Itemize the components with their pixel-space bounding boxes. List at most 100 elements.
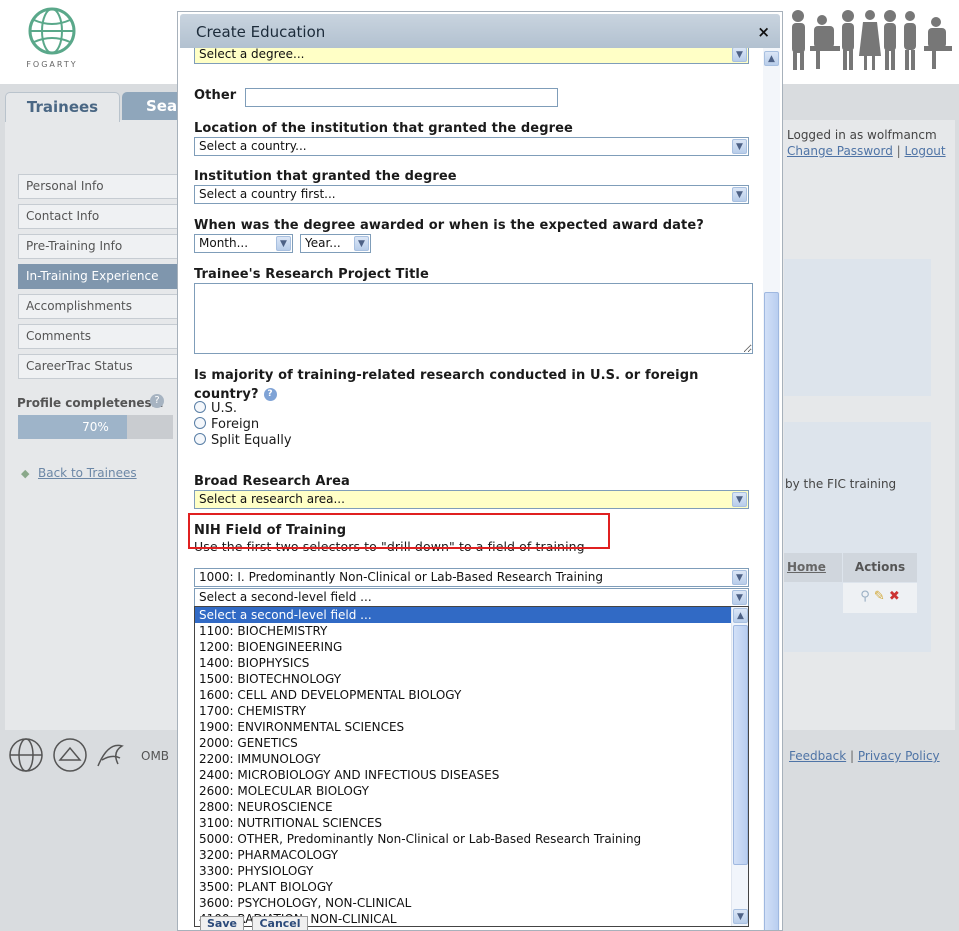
logout-link[interactable]: Logout [905,144,946,158]
radio-label-split-equally: Split Equally [211,433,292,448]
sidebar-item-careertrac-status[interactable]: CareerTrac Status [18,354,178,379]
dropdown-option[interactable]: 1900: ENVIRONMENTAL SCIENCES [195,719,748,735]
radio-foreign[interactable]: Foreign [194,417,259,432]
dropdown-option[interactable]: 2600: MOLECULAR BIOLOGY [195,783,748,799]
dropdown-option[interactable]: 1200: BIOENGINEERING [195,639,748,655]
second-level-field-dropdown[interactable]: Select a second-level field ... 1100: BIO… [194,606,749,927]
dropdown-scrollbar[interactable]: ▲ ▼ [731,607,748,926]
fogarty-logo[interactable]: FOGARTY [22,6,82,74]
radio-split-equally[interactable]: Split Equally [194,433,292,448]
edit-icon[interactable]: ✎ [874,589,885,604]
sidebar-item-personal-info[interactable]: Personal Info [18,174,178,199]
month-select[interactable]: Month... ▼ [194,234,293,253]
year-select-value: Year... [305,236,341,250]
dropdown-option[interactable]: 3100: NUTRITIONAL SCIENCES [195,815,748,831]
project-title-textarea[interactable] [194,283,753,354]
chevron-down-icon: ▼ [732,139,747,154]
dropdown-option[interactable]: 3300: PHYSIOLOGY [195,863,748,879]
dropdown-option[interactable]: 3600: PSYCHOLOGY, NON-CLINICAL [195,895,748,911]
fic-text: by the FIC training [785,477,897,491]
table-header-home[interactable]: Home [784,553,842,582]
dropdown-option[interactable]: 2800: NEUROSCIENCE [195,799,748,815]
dropdown-option[interactable]: 3200: PHARMACOLOGY [195,847,748,863]
dropdown-option[interactable]: 1100: BIOCHEMISTRY [195,623,748,639]
dropdown-option[interactable]: 2000: GENETICS [195,735,748,751]
profile-completeness-label: Profile completeness: [17,396,164,410]
year-select[interactable]: Year... ▼ [300,234,371,253]
agency-logos [9,738,124,772]
tab-trainees[interactable]: Trainees [5,92,120,122]
dropdown-option[interactable]: 1700: CHEMISTRY [195,703,748,719]
dropdown-option[interactable]: 1500: BIOTECHNOLOGY [195,671,748,687]
second-level-field-value: Select a second-level field ... [199,590,372,604]
chevron-down-icon: ▼ [732,590,747,605]
change-password-link[interactable]: Change Password [787,144,893,158]
radio-button[interactable] [194,417,206,429]
progress-text: 70% [82,420,109,434]
back-to-trainees-link[interactable]: Back to Trainees [38,466,137,480]
privacy-policy-link[interactable]: Privacy Policy [858,749,940,763]
logged-in-text: Logged in as wolfmancm [787,128,937,142]
month-select-value: Month... [199,236,249,250]
sidebar-item-in-training-experience[interactable]: In-Training Experience [18,264,178,289]
sidebar-item-accomplishments[interactable]: Accomplishments [18,294,178,319]
scroll-down-icon[interactable]: ▼ [733,909,748,924]
other-input[interactable] [245,88,558,107]
dropdown-option[interactable]: Select a second-level field ... [195,607,748,623]
dropdown-option[interactable]: 1400: BIOPHYSICS [195,655,748,671]
dropdown-option[interactable]: 5000: OTHER, Predominantly Non-Clinical … [195,831,748,847]
country-select-value: Select a country... [199,139,307,153]
sidebar-item-pre-training-info[interactable]: Pre-Training Info [18,234,178,259]
radio-button[interactable] [194,401,206,413]
broad-area-select[interactable]: Select a research area... ▼ [194,490,749,509]
feedback-link[interactable]: Feedback [789,749,846,763]
scrollbar-thumb[interactable] [733,625,748,865]
dropdown-option[interactable]: 3500: PLANT BIOLOGY [195,879,748,895]
dialog-scrollbar[interactable]: ▲ [763,48,780,930]
first-level-field-select[interactable]: 1000: I. Predominantly Non-Clinical or L… [194,568,749,587]
broad-area-label: Broad Research Area [194,474,350,489]
tab-search[interactable]: Search [122,92,182,120]
scroll-up-icon[interactable]: ▲ [733,608,748,623]
chevron-down-icon: ▼ [732,492,747,507]
dropdown-option[interactable]: 2400: MICROBIOLOGY AND INFECTIOUS DISEAS… [195,767,748,783]
dialog-titlebar[interactable]: Create Education × [180,14,780,48]
chevron-down-icon: ▼ [276,236,291,251]
omb-text: OMB [141,749,170,763]
radio-label-foreign: Foreign [211,417,260,432]
create-education-dialog: Create Education × Select a degree... ▼ … [177,11,783,931]
award-date-label: When was the degree awarded or when is t… [194,218,704,233]
project-title-label: Trainee's Research Project Title [194,267,429,282]
delete-icon[interactable]: ✖ [889,589,900,604]
cancel-button[interactable]: Cancel [252,916,308,930]
profile-progress-bar: 70% [18,415,173,439]
help-icon[interactable]: ? [263,388,277,401]
institution-select[interactable]: Select a country first... ▼ [194,185,749,204]
institution-select-value: Select a country first... [199,187,336,201]
second-level-field-select[interactable]: Select a second-level field ... ▼ [194,588,749,607]
scroll-up-icon[interactable]: ▲ [764,51,779,66]
chevron-down-icon: ▼ [732,570,747,585]
country-select[interactable]: Select a country... ▼ [194,137,749,156]
view-icon[interactable]: ⚲ [860,589,870,604]
location-label: Location of the institution that granted… [194,121,573,136]
degree-select[interactable]: Select a degree... ▼ [194,48,749,64]
radio-label-us: U.S. [211,401,238,416]
radio-button[interactable] [194,433,206,445]
close-icon[interactable]: × [757,14,770,50]
user-links: Change Password | Logout [787,144,946,158]
info-box [784,259,931,396]
dropdown-option[interactable]: 2200: IMMUNOLOGY [195,751,748,767]
help-icon[interactable]: ? [150,394,164,408]
dialog-body: Select a degree... ▼ Other Location of t… [178,48,762,930]
radio-us[interactable]: U.S. [194,401,237,416]
save-button[interactable]: Save [200,916,244,930]
dropdown-options: Select a second-level field ... 1100: BIO… [195,607,748,926]
sidebar-item-contact-info[interactable]: Contact Info [18,204,178,229]
dropdown-option[interactable]: 1600: CELL AND DEVELOPMENTAL BIOLOGY [195,687,748,703]
scrollbar-thumb[interactable] [764,292,779,930]
degree-select-value: Select a degree... [199,48,305,61]
back-arrow-icon: ◆ [21,467,30,480]
sidebar-item-comments[interactable]: Comments [18,324,178,349]
table-header-actions: Actions [843,553,917,582]
